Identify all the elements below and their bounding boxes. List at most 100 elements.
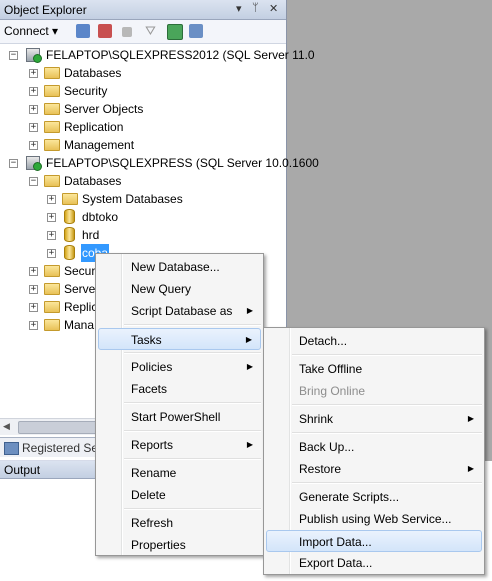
expand-icon[interactable]: + — [47, 249, 56, 258]
database-icon — [64, 245, 75, 260]
menu-item-bring-online[interactable]: Bring Online — [266, 380, 482, 402]
object-explorer-titlebar: Object Explorer ▾ ᛘ ✕ — [0, 0, 286, 20]
menu-item-generate-scripts[interactable]: Generate Scripts... — [266, 486, 482, 508]
menu-label: Take Offline — [299, 362, 363, 376]
expand-icon[interactable]: + — [29, 105, 38, 114]
expand-icon[interactable]: + — [47, 213, 56, 222]
menu-item-new-query[interactable]: New Query — [98, 278, 261, 300]
collapse-icon[interactable]: − — [29, 177, 38, 186]
menu-item-detach[interactable]: Detach... — [266, 330, 482, 352]
menu-label: Properties — [131, 538, 186, 552]
menu-label: Reports — [131, 438, 174, 452]
expand-icon[interactable]: + — [29, 69, 38, 78]
tree-label: Databases — [64, 66, 122, 80]
expand-icon[interactable]: + — [29, 303, 38, 312]
server-icon — [26, 48, 42, 63]
menu-item-refresh[interactable]: Refresh — [98, 512, 261, 534]
tree-label: Replic — [64, 300, 98, 314]
registered-servers-label: Registered Ser — [22, 441, 103, 455]
close-icon[interactable]: ✕ — [269, 2, 278, 15]
submenu-arrow-icon: ▶ — [245, 335, 252, 344]
summary-icon[interactable] — [189, 24, 203, 38]
menu-separator — [124, 430, 261, 432]
expand-icon[interactable]: + — [47, 231, 56, 240]
menu-label: New Query — [131, 282, 192, 296]
server-2-label: FELAPTOP\SQLEXPRESS (SQL Server 10.0.160… — [46, 156, 319, 170]
collapse-icon[interactable]: − — [9, 51, 18, 60]
filter-icon[interactable]: ⛛ — [145, 24, 159, 38]
collapse-icon[interactable]: − — [9, 159, 18, 168]
tree-label: hrd — [82, 228, 100, 242]
pin-icon[interactable]: ᛘ — [252, 2, 259, 14]
output-title: Output — [4, 463, 41, 477]
expand-icon[interactable]: + — [47, 195, 56, 204]
folder-icon — [44, 283, 60, 295]
menu-label: Shrink — [299, 412, 334, 426]
menu-item-start-powershell[interactable]: Start PowerShell — [98, 406, 261, 428]
object-explorer-title: Object Explorer — [4, 3, 87, 17]
dropdown-icon[interactable]: ▾ — [236, 2, 242, 15]
folder-icon — [44, 175, 60, 187]
menu-label: Restore — [299, 462, 342, 476]
menu-label: Delete — [131, 488, 166, 502]
menu-item-publish-web-service[interactable]: Publish using Web Service... — [266, 508, 482, 530]
menu-label: Refresh — [131, 516, 174, 530]
menu-item-tasks[interactable]: Tasks ▶ — [98, 328, 261, 350]
expand-icon[interactable]: + — [29, 123, 38, 132]
connect-server-icon[interactable] — [76, 24, 90, 38]
object-explorer-toolbar: Connect ▾ ⛛ — [0, 20, 286, 44]
menu-label: Rename — [131, 466, 177, 480]
menu-item-restore[interactable]: Restore ▶ — [266, 458, 482, 480]
menu-separator — [124, 402, 261, 404]
menu-item-export-data[interactable]: Export Data... — [266, 552, 482, 574]
tree-label: Security — [64, 84, 108, 98]
menu-item-take-offline[interactable]: Take Offline — [266, 358, 482, 380]
menu-label: Script Database as — [131, 304, 233, 318]
folder-icon — [44, 139, 60, 151]
disconnect-icon[interactable] — [98, 24, 112, 38]
menu-item-delete[interactable]: Delete — [98, 484, 261, 506]
tree-server-2[interactable]: − FELAPTOP\SQLEXPRESS (SQL Server 10.0.1… — [0, 154, 319, 172]
expand-icon[interactable]: + — [29, 87, 38, 96]
expand-icon[interactable]: + — [29, 321, 38, 330]
menu-label: Import Data... — [299, 535, 372, 549]
menu-item-reports[interactable]: Reports ▶ — [98, 434, 261, 456]
menu-item-facets[interactable]: Facets — [98, 378, 261, 400]
menu-separator — [292, 404, 482, 406]
menu-item-script-database-as[interactable]: Script Database as ▶ — [98, 300, 261, 322]
menu-label: Generate Scripts... — [299, 490, 400, 504]
menu-separator — [124, 458, 261, 460]
connect-button[interactable]: Connect ▾ — [4, 24, 58, 38]
tasks-submenu: Detach... Take Offline Bring Online Shri… — [263, 327, 485, 575]
server-1-label: FELAPTOP\SQLEXPRESS2012 (SQL Server 11.0 — [46, 48, 315, 62]
expand-icon[interactable]: + — [29, 285, 38, 294]
scroll-left-icon[interactable]: ◀ — [3, 421, 10, 432]
menu-item-properties[interactable]: Properties — [98, 534, 261, 556]
tree-label: Mana — [64, 318, 95, 332]
menu-separator — [124, 508, 261, 510]
submenu-arrow-icon: ▶ — [246, 306, 253, 315]
menu-item-new-database[interactable]: New Database... — [98, 256, 261, 278]
menu-separator — [124, 352, 261, 354]
tree-label: Secur — [64, 264, 96, 278]
stop-icon[interactable] — [122, 27, 132, 37]
menu-item-back-up[interactable]: Back Up... — [266, 436, 482, 458]
submenu-arrow-icon: ▶ — [467, 414, 474, 423]
menu-item-rename[interactable]: Rename — [98, 462, 261, 484]
menu-item-shrink[interactable]: Shrink ▶ — [266, 408, 482, 430]
menu-item-policies[interactable]: Policies ▶ — [98, 356, 261, 378]
menu-label: Bring Online — [299, 384, 366, 398]
tree-label: Management — [64, 138, 135, 152]
folder-icon — [62, 193, 78, 205]
menu-label: Start PowerShell — [131, 410, 221, 424]
tree-label: Replication — [64, 120, 124, 134]
expand-icon[interactable]: + — [29, 267, 38, 276]
tree-server-1[interactable]: − FELAPTOP\SQLEXPRESS2012 (SQL Server 11… — [0, 46, 315, 64]
refresh-icon[interactable] — [167, 24, 183, 40]
folder-icon — [44, 67, 60, 79]
menu-item-import-data[interactable]: Import Data... — [266, 530, 482, 552]
database-context-menu: New Database... New Query Script Databas… — [95, 253, 264, 556]
expand-icon[interactable]: + — [29, 141, 38, 150]
menu-separator — [292, 432, 482, 434]
menu-separator — [292, 482, 482, 484]
